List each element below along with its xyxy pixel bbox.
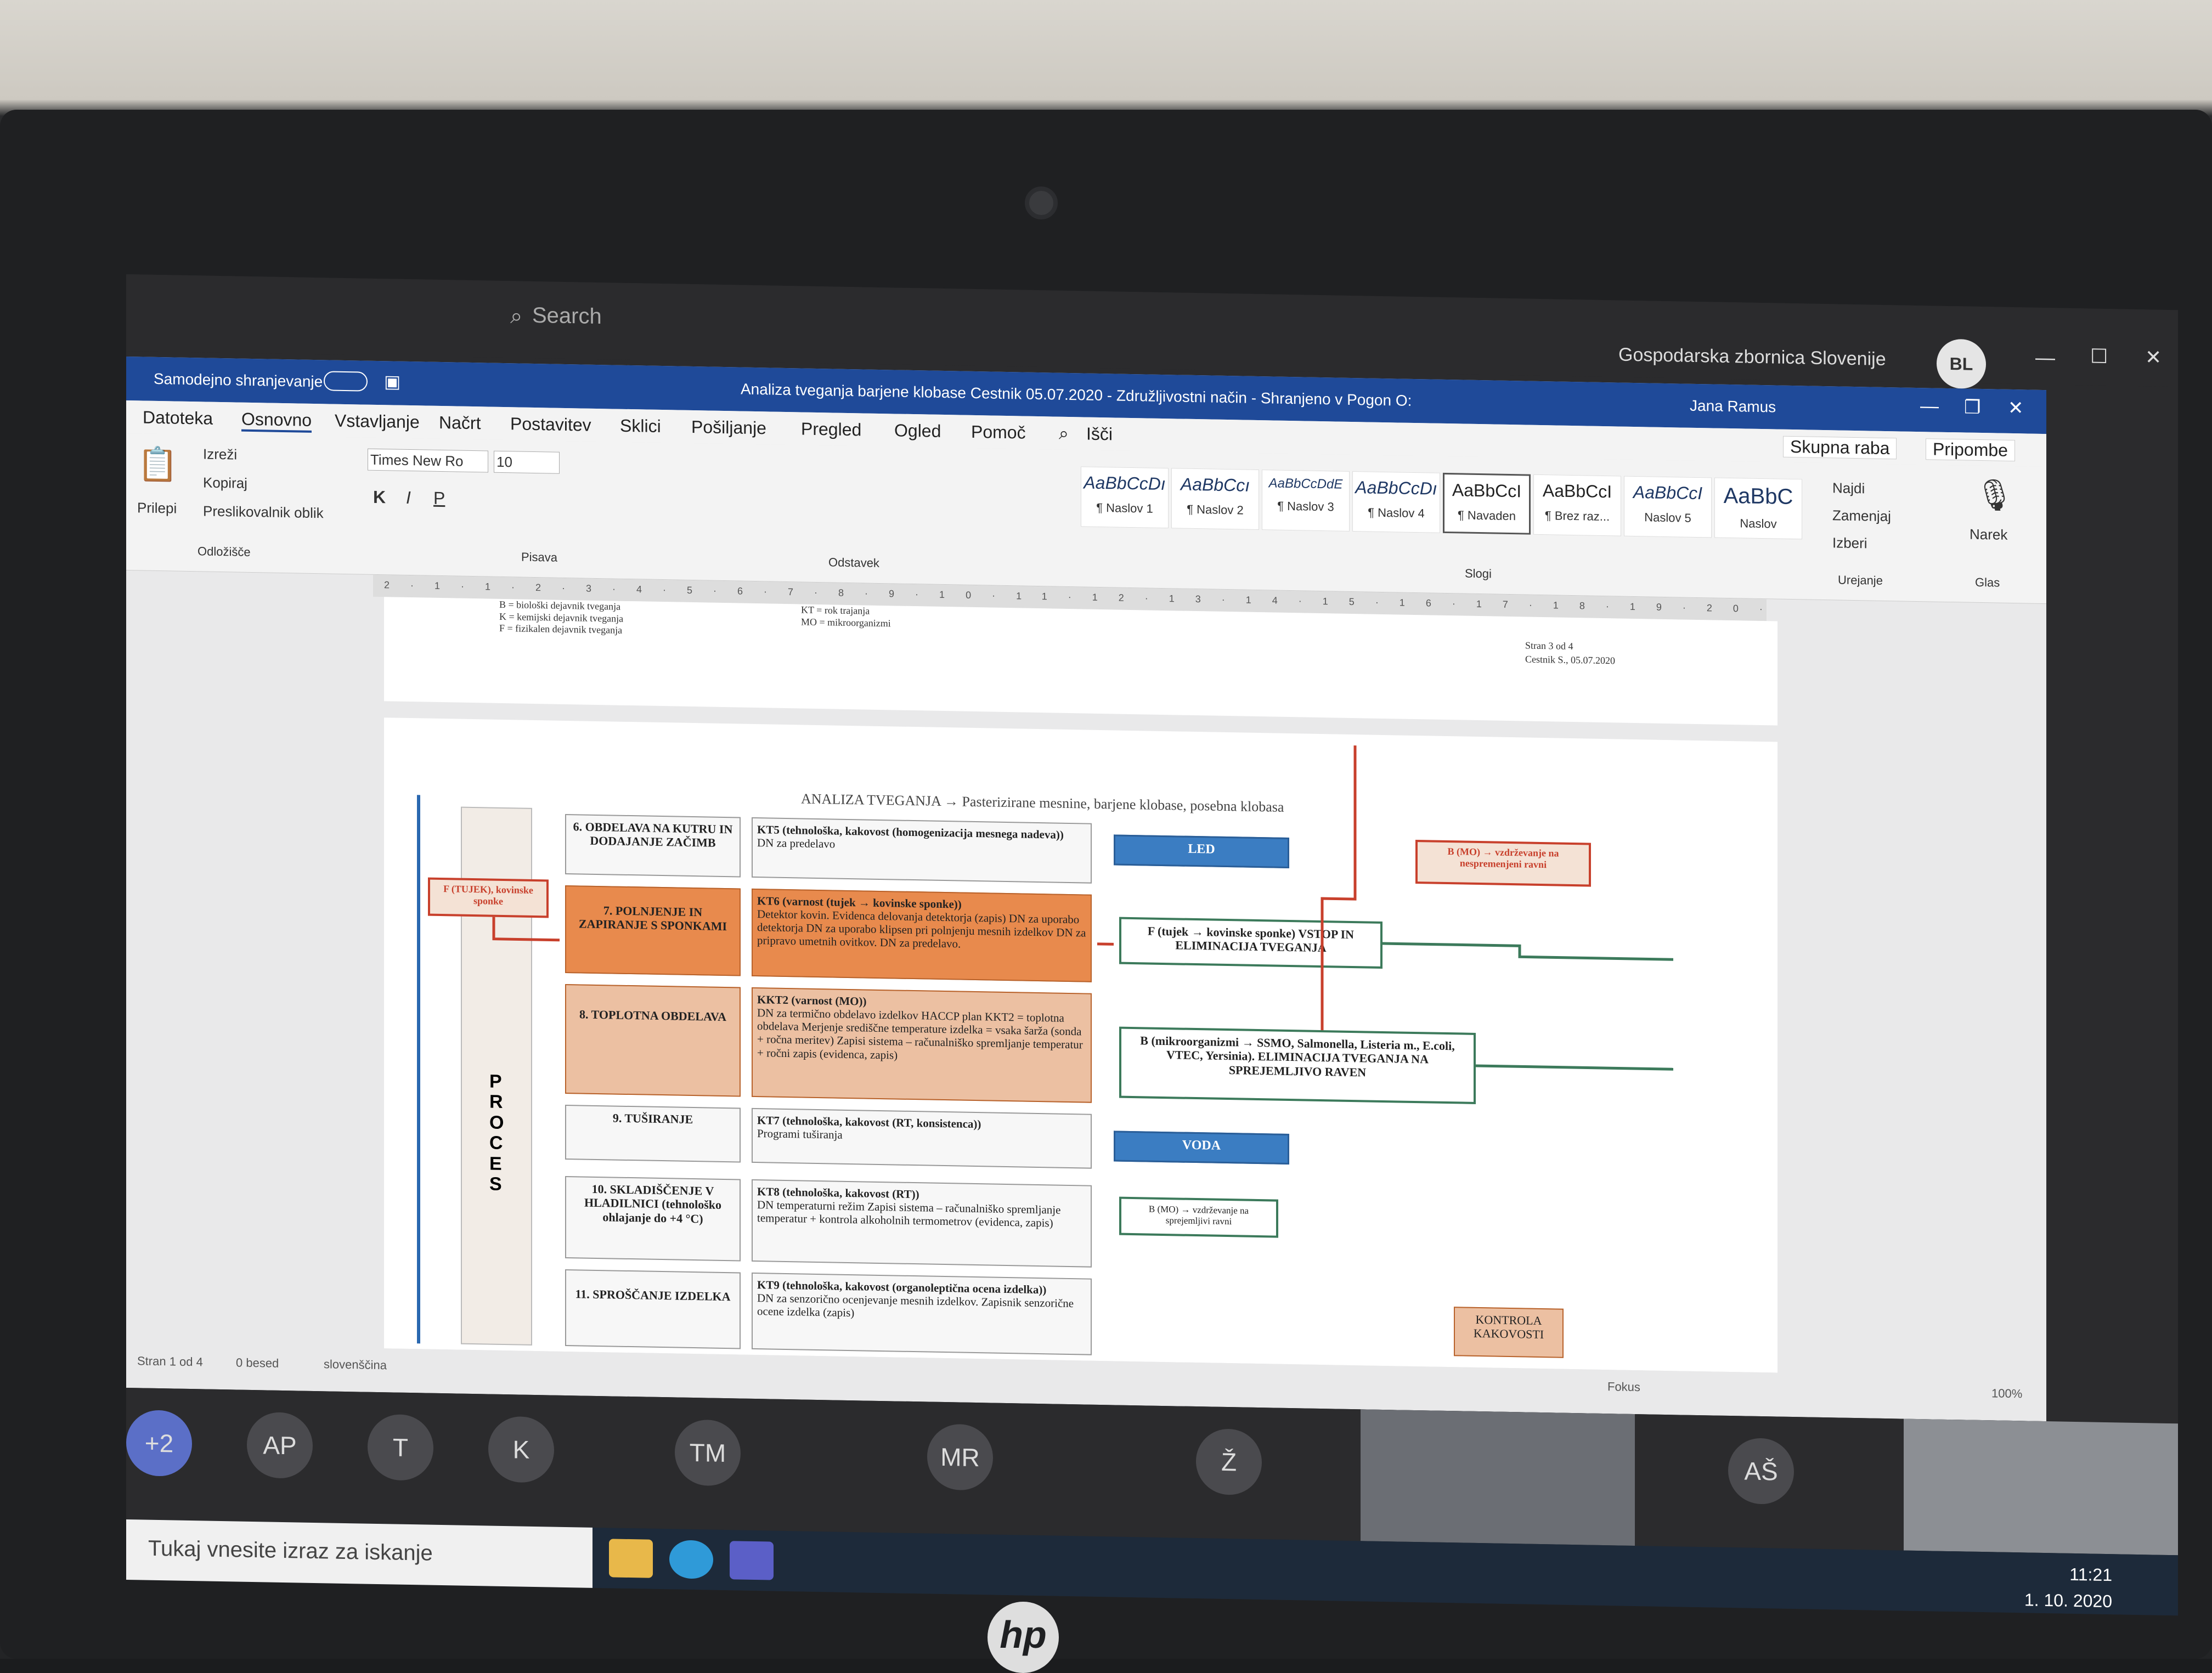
style-heading-2[interactable]: AaBbCcı ¶ Naslov 2 <box>1171 468 1259 530</box>
underline-button[interactable]: P <box>433 488 445 508</box>
laptop-screen: ⌕ Search Gospodarska zbornica Slovenije … <box>126 274 2178 1616</box>
participant-avatar[interactable]: MR <box>927 1423 993 1491</box>
tab-isci[interactable]: Išči <box>1086 424 1113 445</box>
diagram-arrows <box>492 745 1673 1071</box>
style-normal[interactable]: AaBbCcI ¶ Navaden <box>1443 472 1531 535</box>
minimize-icon[interactable]: — <box>1920 395 1939 417</box>
participant-avatar[interactable]: AP <box>247 1411 313 1479</box>
restore-icon[interactable]: ❐ <box>1964 396 1980 419</box>
copy-button[interactable]: Kopiraj <box>203 474 247 491</box>
language[interactable]: slovenščina <box>324 1357 387 1372</box>
tab-pregled[interactable]: Pregled <box>801 419 861 440</box>
tab-datoteka[interactable]: Datoteka <box>143 408 213 429</box>
replace-button[interactable]: Zamenjaj <box>1832 507 1891 525</box>
group-paragraph: Odstavek <box>828 555 879 570</box>
participant-avatar[interactable]: AŠ <box>1728 1437 1794 1505</box>
style-title[interactable]: AaBbC Naslov <box>1714 477 1802 540</box>
org-name[interactable]: Gospodarska zbornica Slovenije <box>1618 344 1886 370</box>
participant-more[interactable]: +2 <box>126 1410 192 1477</box>
participant-avatar[interactable]: T <box>368 1414 433 1481</box>
group-styles: Slogi <box>1465 566 1492 581</box>
style-heading-5[interactable]: AaBbCcI Naslov 5 <box>1624 476 1712 538</box>
focus-button[interactable]: Fokus <box>1607 1380 1640 1394</box>
style-heading-1[interactable]: AaBbCcDı ¶ Naslov 1 <box>1081 466 1169 529</box>
page-4-diagram: ANALIZA TVEGANJA → Pasterizirane mesnine… <box>384 717 1778 1373</box>
page-count[interactable]: Stran 1 od 4 <box>137 1354 203 1369</box>
doc-title: Analiza tveganja barjene klobase Cestnik… <box>741 380 1412 409</box>
user-name[interactable]: Jana Ramus <box>1690 397 1776 416</box>
taskbar-search[interactable]: Tukaj vnesite izraz za iskanje <box>126 1519 592 1588</box>
teams-search-input[interactable]: Search <box>532 303 602 329</box>
maximize-icon[interactable]: ☐ <box>2090 344 2108 368</box>
close-icon[interactable]: ✕ <box>2008 397 2024 419</box>
search-icon[interactable]: ⌕ <box>510 304 522 329</box>
find-button[interactable]: Najdi <box>1832 479 1865 497</box>
teams-icon[interactable] <box>730 1541 774 1580</box>
red-arrow-tujek <box>492 917 560 942</box>
italic-button[interactable]: I <box>406 488 411 508</box>
file-explorer-icon[interactable] <box>609 1539 653 1578</box>
green-arrow-b <box>1476 1064 1673 1071</box>
cut-button[interactable]: Izreži <box>203 445 237 463</box>
autosave-label: Samodejno shranjevanje <box>154 370 323 391</box>
comments-button[interactable]: Pripombe <box>1926 438 2015 462</box>
participant-avatar[interactable]: TM <box>675 1419 741 1487</box>
green-arrow-f <box>1383 942 1673 961</box>
autosave-toggle[interactable] <box>324 371 368 392</box>
word-window: Samodejno shranjevanje ▣ Analiza tveganj… <box>126 357 2046 1422</box>
tab-ogled[interactable]: Ogled <box>894 420 941 441</box>
self-video[interactable] <box>1904 1418 2178 1556</box>
abbr-legend: KT = rok trajanja MO = mikroorganizmi <box>801 604 891 629</box>
participant-video[interactable] <box>1361 1409 1635 1546</box>
save-icon[interactable]: ▣ <box>384 371 400 392</box>
microphone-icon[interactable]: 🎙 <box>1975 477 2014 513</box>
font-size-select[interactable]: 10 <box>494 450 560 474</box>
bold-button[interactable]: K <box>373 487 386 507</box>
paste-button[interactable]: Prilepi <box>137 499 177 517</box>
font-name-select[interactable]: Times New Ro <box>368 448 488 473</box>
word-count[interactable]: 0 besed <box>236 1355 279 1370</box>
select-button[interactable]: Izberi <box>1832 534 1867 552</box>
minimize-icon[interactable]: — <box>2035 346 2055 370</box>
zoom-level[interactable]: 100% <box>1991 1386 2022 1401</box>
group-clipboard: Odložišče <box>198 544 251 559</box>
group-font: Pisava <box>521 550 558 564</box>
hazard-legend: B = biološki dejavnik tveganja K = kemij… <box>499 598 624 636</box>
tab-osnovno[interactable]: Osnovno <box>241 409 312 433</box>
tab-posiljanje[interactable]: Pošiljanje <box>691 417 766 438</box>
participant-avatar[interactable]: K <box>488 1416 554 1483</box>
style-no-spacing[interactable]: AaBbCcI ¶ Brez raz... <box>1533 474 1621 536</box>
format-painter-button[interactable]: Preslikovalnik oblik <box>203 502 324 522</box>
tab-nacrt[interactable]: Načrt <box>439 412 481 433</box>
share-button[interactable]: Skupna raba <box>1783 436 1897 460</box>
style-heading-3[interactable]: AaBbCcDdE ¶ Naslov 3 <box>1262 470 1350 532</box>
hp-logo: hp <box>988 1602 1059 1673</box>
participant-avatar[interactable]: Ž <box>1196 1428 1262 1496</box>
avatar[interactable]: BL <box>1937 338 1986 389</box>
search-icon[interactable]: ⌕ <box>1059 423 1069 444</box>
red-arrow-kt6 <box>1097 942 1114 946</box>
style-heading-4[interactable]: AaBbCcDı ¶ Naslov 4 <box>1352 471 1440 533</box>
red-flow-line <box>1321 745 1357 1031</box>
tab-sklici[interactable]: Sklici <box>620 416 661 437</box>
tab-postavitev[interactable]: Postavitev <box>510 414 591 436</box>
webcam <box>1025 186 1058 219</box>
dictate-button[interactable]: Narek <box>1970 526 2007 544</box>
system-clock[interactable]: 11:21 1. 10. 2020 <box>2024 1560 2112 1614</box>
tab-pomoc[interactable]: Pomoč <box>971 422 1026 443</box>
page-info: Stran 3 od 4 Cestnik S., 05.07.2020 <box>1525 640 1616 666</box>
close-icon[interactable]: ✕ <box>2145 346 2162 369</box>
edge-icon[interactable] <box>669 1540 713 1579</box>
group-editing: Urejanje <box>1838 573 1883 587</box>
paste-icon[interactable]: 📋 <box>137 444 178 484</box>
group-voice: Glas <box>1975 575 2000 590</box>
tab-vstavljanje[interactable]: Vstavljanje <box>335 411 420 433</box>
